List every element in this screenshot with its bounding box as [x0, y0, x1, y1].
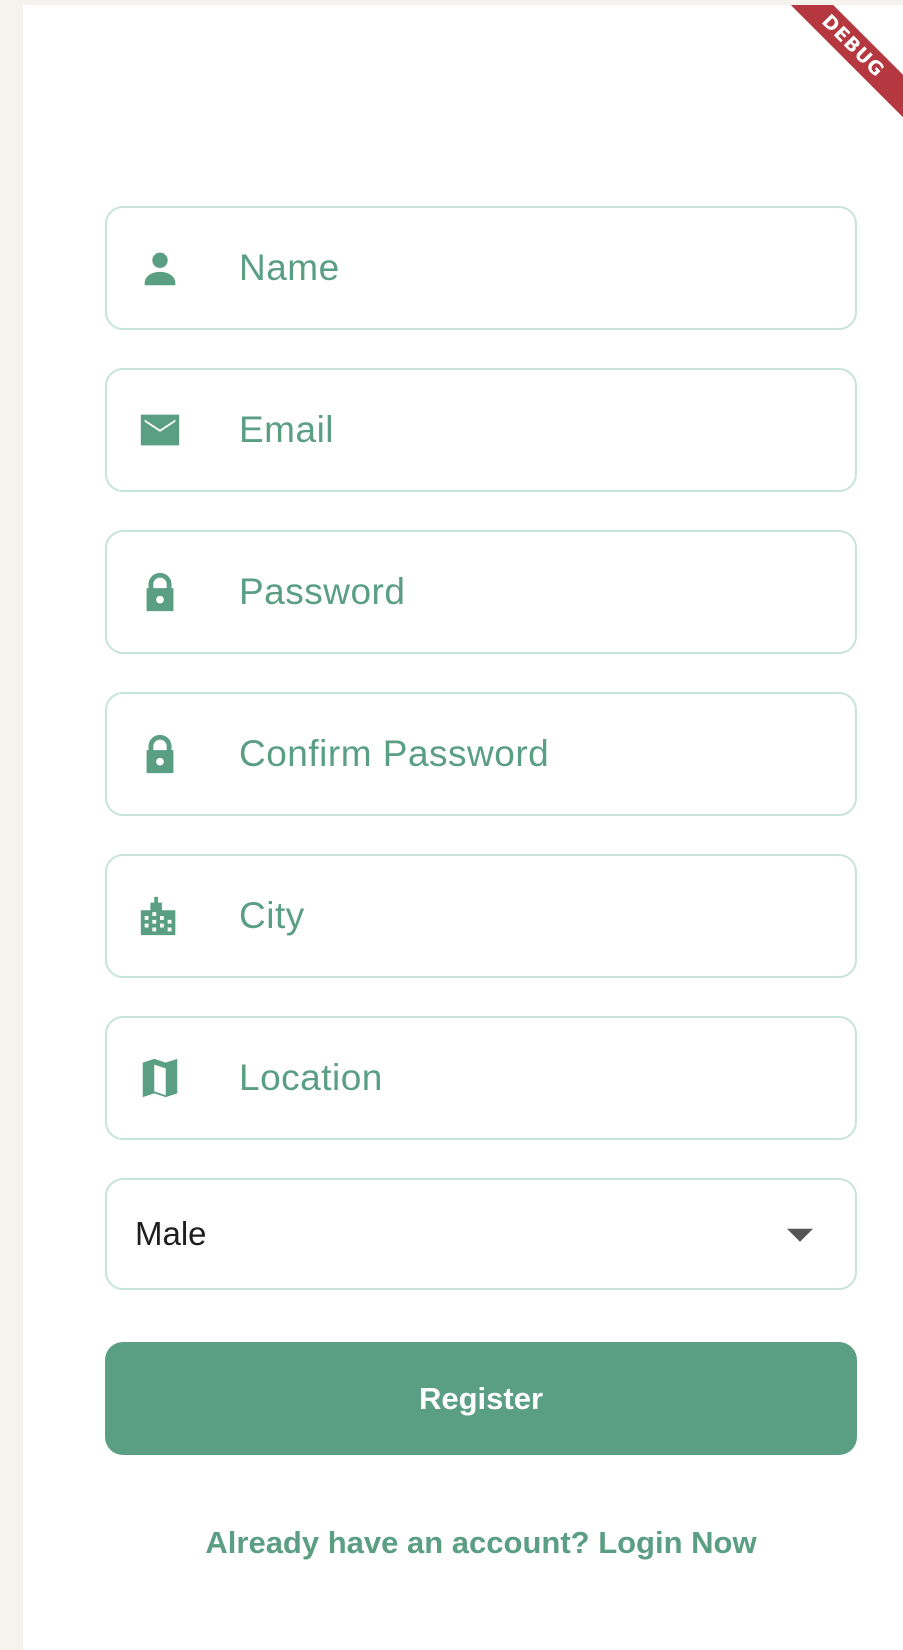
lock-icon	[137, 569, 183, 615]
email-icon	[137, 407, 183, 453]
city-placeholder: City	[239, 895, 305, 936]
debug-banner: DEBUG	[757, 5, 903, 142]
city-icon	[137, 893, 183, 939]
name-field[interactable]: Name	[105, 206, 857, 330]
person-icon	[137, 245, 183, 291]
city-field[interactable]: City	[105, 854, 857, 978]
location-placeholder: Location	[239, 1057, 383, 1098]
register-screen: DEBUG Name Email Password Confirm Passwo…	[23, 5, 903, 1650]
map-icon	[137, 1055, 183, 1101]
email-field[interactable]: Email	[105, 368, 857, 492]
name-placeholder: Name	[239, 247, 340, 288]
confirm-password-field[interactable]: Confirm Password	[105, 692, 857, 816]
login-link[interactable]: Already have an account? Login Now	[105, 1525, 857, 1561]
email-placeholder: Email	[239, 409, 335, 450]
chevron-down-icon	[787, 1228, 813, 1242]
password-field[interactable]: Password	[105, 530, 857, 654]
register-button[interactable]: Register	[105, 1342, 857, 1455]
lock-icon	[137, 731, 183, 777]
password-placeholder: Password	[239, 571, 406, 612]
gender-selected-value: Male	[135, 1215, 207, 1252]
gender-dropdown[interactable]: Male	[105, 1178, 857, 1290]
location-field[interactable]: Location	[105, 1016, 857, 1140]
confirm-password-placeholder: Confirm Password	[239, 733, 550, 774]
